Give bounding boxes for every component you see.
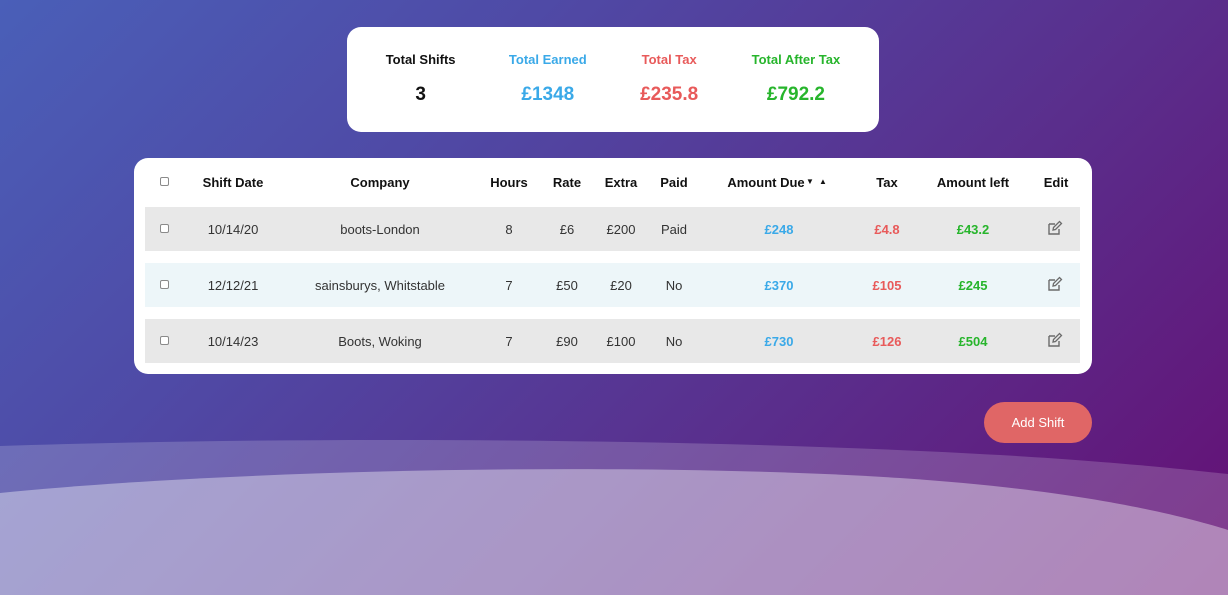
hours-cell: 7 [505,278,513,293]
table-row: 10/14/23 Boots, Woking 7 £90 £100 No £73… [145,319,1080,363]
tax-cell: £126 [872,334,902,349]
header-rate[interactable]: Rate [553,175,581,190]
header-company[interactable]: Company [350,175,409,190]
total-shifts-label: Total Shifts [385,52,456,67]
summary-card: Total Shifts 3 Total Earned £1348 Total … [347,27,879,132]
company-cell: sainsburys, Whitstable [314,278,446,293]
paid-cell: Paid [660,222,688,237]
amount-left-cell: £245 [958,278,988,293]
total-earned-label: Total Earned [508,52,587,67]
shift-date-cell: 12/12/21 [207,278,259,293]
header-shift-date[interactable]: Shift Date [203,175,264,190]
paid-cell: No [665,334,683,349]
sort-descending-icon[interactable]: ▼ [806,177,814,186]
hours-cell: 8 [505,222,513,237]
total-after-tax-stat: Total After Tax £792.2 [752,27,841,132]
total-shifts-value: 3 [415,84,426,105]
header-hours[interactable]: Hours [490,175,528,190]
total-after-tax-value: £792.2 [766,84,825,105]
edit-icon[interactable] [1047,220,1063,236]
amount-due-cell: £370 [764,278,794,293]
row-checkbox[interactable] [160,336,169,345]
row-checkbox[interactable] [160,224,169,233]
header-amount-due[interactable]: Amount Due [727,175,804,190]
amount-left-cell: £43.2 [956,222,990,237]
rate-cell: £6 [559,222,575,237]
header-paid[interactable]: Paid [660,175,687,190]
row-checkbox[interactable] [160,280,169,289]
header-extra[interactable]: Extra [605,175,638,190]
company-cell: Boots, Woking [338,334,422,349]
header-edit: Edit [1043,175,1069,190]
shifts-table: Shift Date Company Hours Rate Extra Paid… [134,158,1092,374]
tax-cell: £4.8 [874,222,900,237]
select-all-checkbox[interactable] [160,177,169,186]
paid-cell: No [665,278,683,293]
rate-cell: £50 [556,278,578,293]
extra-cell: £200 [606,222,636,237]
shift-date-cell: 10/14/23 [207,334,259,349]
header-amount-left[interactable]: Amount left [937,175,1009,190]
table-row: 12/12/21 sainsburys, Whitstable 7 £50 £2… [145,263,1080,307]
total-tax-label: Total Tax [641,52,697,67]
extra-cell: £100 [606,334,636,349]
amount-due-cell: £248 [764,222,794,237]
add-shift-button[interactable]: Add Shift [984,402,1092,443]
total-tax-value: £235.8 [640,84,699,105]
header-tax[interactable]: Tax [876,175,897,190]
table-row: 10/14/20 boots-London 8 £6 £200 Paid £24… [145,207,1080,251]
edit-icon[interactable] [1047,332,1063,348]
hours-cell: 7 [505,334,513,349]
total-after-tax-label: Total After Tax [751,52,841,67]
tax-cell: £105 [872,278,902,293]
total-tax-stat: Total Tax £235.8 [640,27,698,132]
sort-ascending-icon[interactable]: ▲ [819,177,827,186]
rate-cell: £90 [556,334,578,349]
total-shifts-stat: Total Shifts 3 [386,27,456,132]
company-cell: boots-London [340,222,420,237]
amount-left-cell: £504 [958,334,988,349]
shift-date-cell: 10/14/20 [207,222,259,237]
total-earned-stat: Total Earned £1348 [509,27,587,132]
total-earned-value: £1348 [521,84,575,105]
extra-cell: £20 [610,278,632,293]
edit-icon[interactable] [1047,276,1063,292]
amount-due-cell: £730 [764,334,794,349]
